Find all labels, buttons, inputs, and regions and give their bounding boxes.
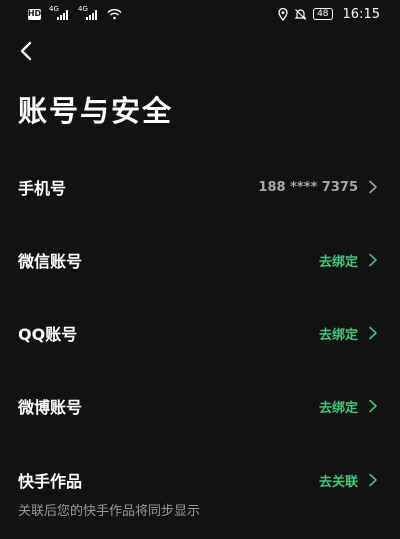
row-qq-account[interactable]: QQ账号 去绑定 bbox=[0, 308, 400, 358]
row-phone-number[interactable]: 手机号 188 **** 7375 bbox=[0, 162, 400, 212]
status-bar-right: 48 16:15 bbox=[278, 7, 380, 22]
chevron-left-icon bbox=[20, 41, 32, 61]
row-wechat-account[interactable]: 微信账号 去绑定 bbox=[0, 235, 400, 285]
network-type-label: 4G bbox=[49, 4, 59, 13]
bind-action: 去绑定 bbox=[318, 400, 358, 416]
location-icon bbox=[278, 7, 288, 21]
battery-indicator: 48 bbox=[313, 8, 333, 20]
row-weibo-account[interactable]: 微博账号 去绑定 bbox=[0, 381, 400, 431]
row-kuaishou-works[interactable]: 快手作品 去关联 bbox=[0, 455, 400, 505]
kuaishou-description: 关联后您的快手作品将同步显示 bbox=[18, 504, 201, 519]
mute-bell-icon bbox=[294, 8, 307, 20]
row-label: 微博账号 bbox=[18, 398, 83, 417]
bind-action: 去绑定 bbox=[318, 254, 358, 270]
signal-icon: 4G bbox=[49, 5, 68, 20]
status-time: 16:15 bbox=[342, 6, 380, 22]
chevron-right-icon bbox=[369, 253, 377, 267]
phone-number-value: 188 **** 7375 bbox=[258, 179, 358, 195]
status-bar: HD 4G 4G 48 16:15 bbox=[0, 0, 400, 28]
network-type-label: 4G bbox=[78, 4, 88, 13]
chevron-right-icon bbox=[369, 180, 377, 194]
chevron-right-icon bbox=[369, 326, 377, 340]
page-title: 账号与安全 bbox=[18, 94, 174, 128]
bind-action: 去绑定 bbox=[318, 327, 358, 343]
chevron-right-icon bbox=[369, 399, 377, 413]
row-label: 手机号 bbox=[18, 179, 67, 198]
status-bar-left: HD 4G 4G bbox=[27, 5, 122, 20]
row-label: 快手作品 bbox=[18, 472, 83, 491]
chevron-right-icon bbox=[369, 473, 377, 487]
signal-icon: 4G bbox=[78, 5, 97, 20]
hd-badge: HD bbox=[27, 8, 42, 20]
link-action: 去关联 bbox=[318, 474, 358, 490]
back-button[interactable] bbox=[14, 37, 38, 65]
row-label: QQ账号 bbox=[18, 325, 78, 344]
wifi-icon bbox=[107, 9, 122, 20]
row-label: 微信账号 bbox=[18, 252, 83, 271]
